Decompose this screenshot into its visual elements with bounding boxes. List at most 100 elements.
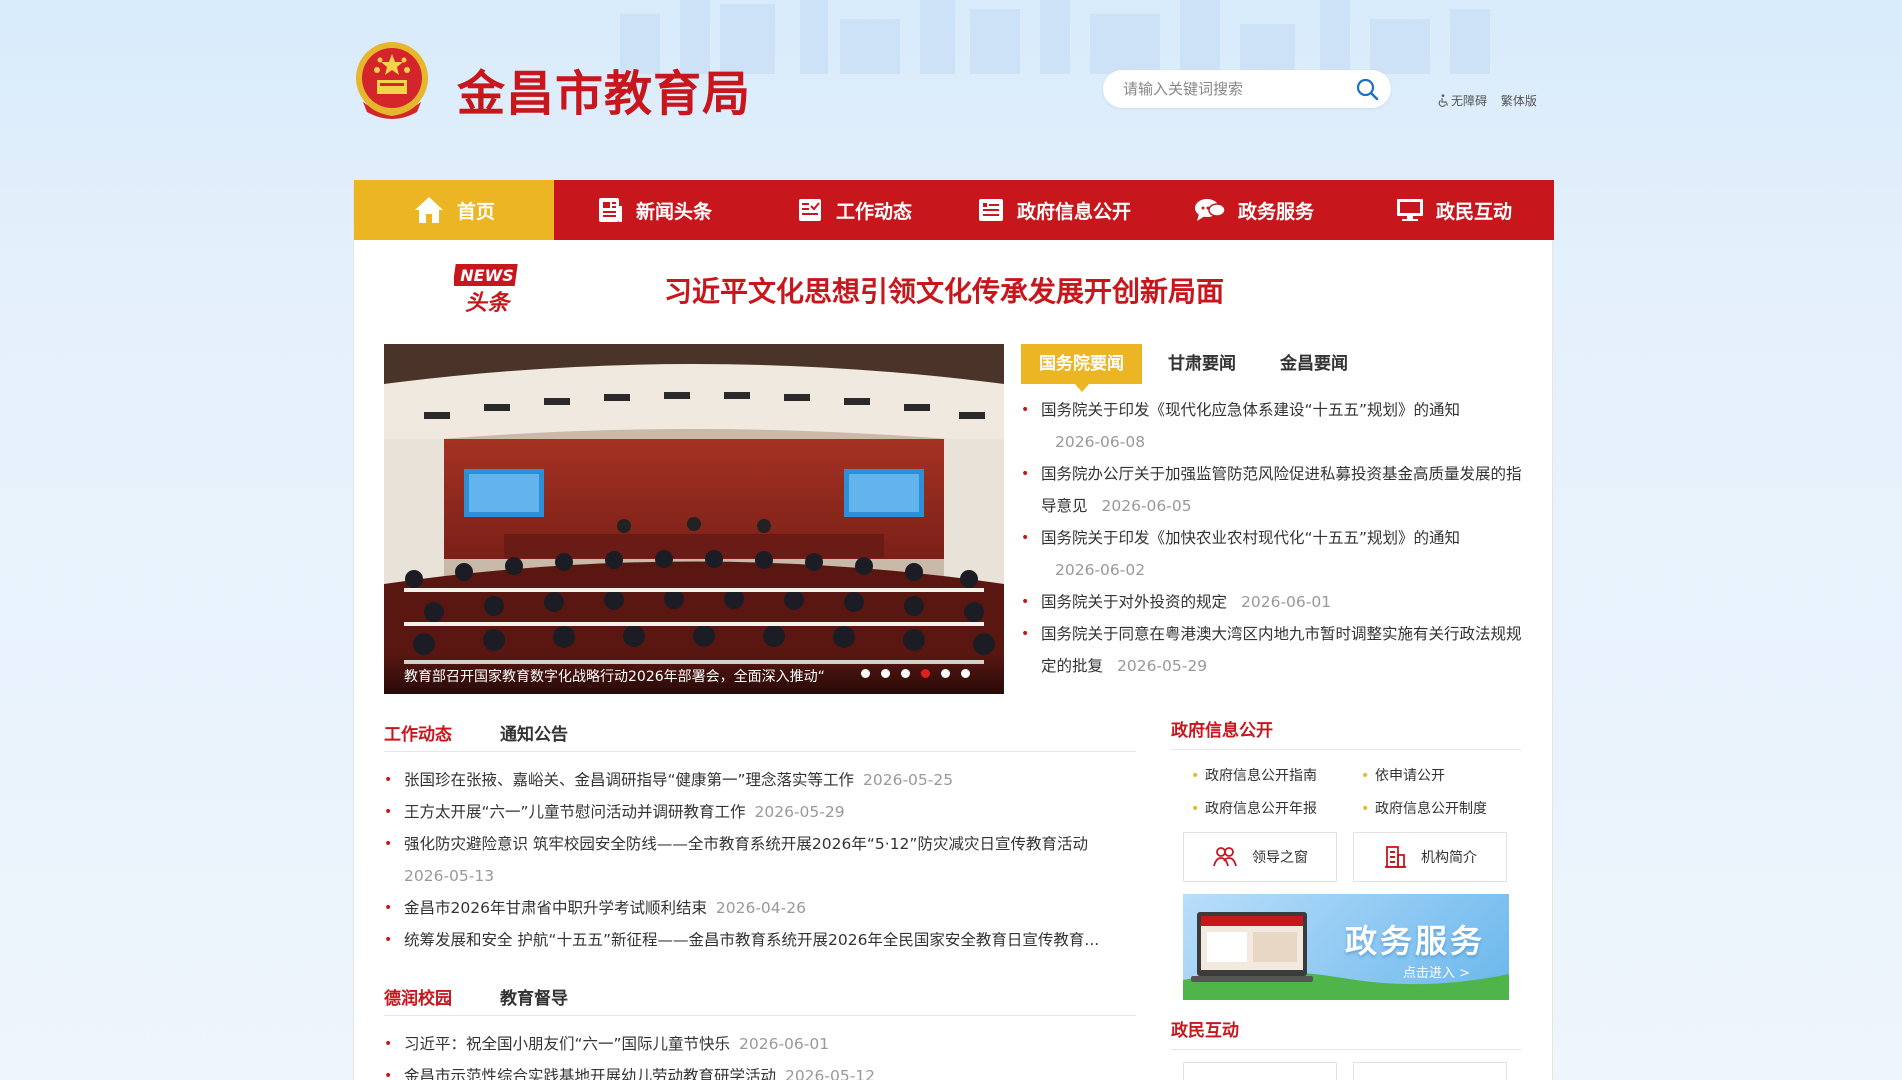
item-date: 2026-05-13 (404, 867, 495, 885)
headline-title[interactable]: 习近平文化思想引领文化传承发展开创新局面 (664, 270, 1224, 310)
item-date: 2026-06-01 (739, 1035, 830, 1053)
list-item[interactable]: 强化防灾避险意识 筑牢校园安全防线——全市教育系统开展2026年“5·12”防灾… (384, 828, 1136, 892)
gov-info-title[interactable]: 政府信息公开 (1171, 721, 1273, 741)
slider-dot-active[interactable] (921, 669, 930, 678)
campus-block: 德润校园 教育督导 习近平：祝全国小朋友们“六一”国际儿童节快乐 2026-06… (384, 974, 1136, 1080)
slider-dot[interactable] (881, 669, 890, 678)
slider-dot[interactable] (941, 669, 950, 678)
news-date: 2026-06-05 (1101, 497, 1192, 515)
campus-block-tabs: 德润校园 教育督导 (384, 974, 1136, 1016)
tab-gansu-news[interactable]: 甘肃要闻 (1150, 344, 1254, 384)
list-item[interactable]: 习近平：祝全国小朋友们“六一”国际儿童节快乐 2026-06-01 (384, 1028, 1136, 1060)
slider-dot[interactable] (861, 669, 870, 678)
nav-label: 政府信息公开 (1016, 200, 1131, 223)
campus-news-list: 习近平：祝全国小朋友们“六一”国际儿童节快乐 2026-06-01 金昌市示范性… (384, 1028, 1136, 1080)
nav-item-work-news[interactable]: 工作动态 (754, 180, 954, 240)
nav-item-gov-services[interactable]: 政务服务 (1154, 180, 1354, 240)
interaction-header: 政民互动 (1171, 1010, 1521, 1050)
news-date: 2026-06-01 (1241, 593, 1332, 611)
gov-info-panel: 政府信息公开 政府信息公开指南 依申请公开 政府信息公开年报 政府信息公开制度 … (1171, 710, 1521, 1080)
work-block-tabs: 工作动态 通知公告 (384, 710, 1136, 752)
home-icon (414, 197, 443, 223)
interaction-button[interactable] (1183, 1062, 1337, 1080)
search-icon[interactable] (1355, 77, 1379, 101)
gov-services-banner[interactable]: 政务服务 点击进入 > (1183, 894, 1509, 1000)
search-input[interactable] (1123, 79, 1343, 99)
document-list-icon (978, 199, 1003, 221)
list-item[interactable]: 国务院办公厅关于加强监管防范风险促进私募投资基金高质量发展的指导意见2026-0… (1021, 458, 1536, 522)
list-item[interactable]: 国务院关于印发《加快农业农村现代化“十五五”规划》的通知 2026-06-02 (1021, 522, 1536, 586)
leaders-icon (1213, 847, 1237, 867)
national-emblem-icon (356, 42, 428, 119)
tab-notices[interactable]: 通知公告 (500, 720, 568, 745)
slide-caption-text[interactable]: 教育部召开国家教育数字化战略行动2026年部署会，全面深入推动“ (404, 666, 856, 686)
image-slider[interactable]: 教育部召开国家教育数字化战略行动2026年部署会，全面深入推动“ (384, 344, 1004, 694)
tab-state-council-news[interactable]: 国务院要闻 (1021, 344, 1142, 392)
tab-jinchang-news[interactable]: 金昌要闻 (1262, 344, 1366, 384)
accessibility-link[interactable]: 无障碍 (1437, 94, 1491, 108)
interaction-button[interactable] (1353, 1062, 1507, 1080)
list-item[interactable]: 金昌市示范性综合实践基地开展幼儿劳动教育研学活动 2026-05-12 (384, 1060, 1136, 1080)
organization-intro-button[interactable]: 机构简介 (1353, 832, 1507, 882)
list-item[interactable]: 国务院关于对外投资的规定 2026-06-01 (1021, 586, 1536, 618)
tab-campus[interactable]: 德润校园 (384, 984, 452, 1009)
badge-bottom-text: 头条 (465, 291, 512, 316)
news-date: 2026-06-02 (1055, 561, 1146, 579)
news-title: 国务院关于对外投资的规定 (1041, 593, 1228, 611)
main-container: 首页 新闻头条 工作动态 政府信息公开 政务服务 政民互动 NEWS 头条 习近… (353, 180, 1554, 1080)
banner-subtitle: 点击进入 > (1403, 966, 1471, 981)
item-date: 2026-04-26 (715, 899, 806, 917)
site-header: 金昌市教育局 无障碍 繁体版 (353, 40, 1553, 140)
news-headline-badge: NEWS 头条 (454, 264, 518, 316)
gov-info-buttons: 领导之窗 机构简介 (1183, 832, 1521, 882)
gov-info-header: 政府信息公开 (1171, 710, 1521, 750)
work-icon (798, 199, 821, 221)
nav-item-gov-info[interactable]: 政府信息公开 (954, 180, 1154, 240)
nav-label: 新闻头条 (635, 200, 712, 223)
list-item[interactable]: 国务院关于同意在粤港澳大湾区内地九市暂时调整实施有关行政法规规定的批复2026-… (1021, 618, 1536, 682)
wheelchair-icon (1438, 94, 1449, 107)
list-item[interactable]: 金昌市2026年甘肃省中职升学考试顺利结束 2026-04-26 (384, 892, 1136, 924)
nav-item-home[interactable]: 首页 (354, 180, 554, 240)
item-title: 金昌市2026年甘肃省中职升学考试顺利结束 (404, 899, 707, 917)
tab-work-news[interactable]: 工作动态 (384, 720, 452, 745)
button-label: 领导之窗 (1252, 850, 1308, 866)
leaders-window-button[interactable]: 领导之窗 (1183, 832, 1337, 882)
slider-dot[interactable] (901, 669, 910, 678)
nav-item-headlines[interactable]: 新闻头条 (554, 180, 754, 240)
list-item[interactable]: 国务院关于印发《现代化应急体系建设“十五五”规划》的通知 2026-06-08 (1021, 394, 1536, 458)
meeting-photo (384, 344, 1004, 694)
gov-info-link[interactable]: 政府信息公开指南 (1191, 760, 1361, 793)
gov-info-links: 政府信息公开指南 依申请公开 政府信息公开年报 政府信息公开制度 (1191, 760, 1521, 826)
nav-item-public-interaction[interactable]: 政民互动 (1354, 180, 1554, 240)
news-tabs: 国务院要闻 甘肃要闻 金昌要闻 (1021, 344, 1531, 392)
nav-label: 工作动态 (835, 200, 912, 223)
gov-info-link[interactable]: 政府信息公开制度 (1361, 793, 1521, 826)
item-title: 张国珍在张掖、嘉峪关、金昌调研指导“健康第一”理念落实等工作 (404, 771, 855, 789)
list-item[interactable]: 统筹发展和安全 护航“十五五”新征程——金昌市教育系统开展2026年全民国家安全… (384, 924, 1136, 956)
accessibility-label: 无障碍 (1451, 94, 1488, 108)
gov-info-link[interactable]: 政府信息公开年报 (1191, 793, 1361, 826)
nav-label: 首页 (456, 200, 495, 223)
traditional-chinese-link[interactable]: 繁体版 (1501, 94, 1537, 108)
gov-info-link[interactable]: 依申请公开 (1361, 760, 1521, 793)
main-nav: 首页 新闻头条 工作动态 政府信息公开 政务服务 政民互动 (354, 180, 1554, 240)
interaction-buttons (1183, 1062, 1521, 1080)
news-list: 国务院关于印发《现代化应急体系建设“十五五”规划》的通知 2026-06-08 国… (1021, 394, 1536, 682)
item-date: 2026-05-12 (784, 1067, 876, 1080)
news-icon (598, 198, 622, 222)
news-title: 国务院关于印发《加快农业农村现代化“十五五”规划》的通知 (1041, 529, 1461, 547)
chat-bubble-icon (1194, 199, 1226, 221)
search-box (1103, 70, 1391, 108)
list-item[interactable]: 张国珍在张掖、嘉峪关、金昌调研指导“健康第一”理念落实等工作 2026-05-2… (384, 764, 1136, 796)
work-news-block: 工作动态 通知公告 张国珍在张掖、嘉峪关、金昌调研指导“健康第一”理念落实等工作… (384, 710, 1136, 956)
item-title: 习近平：祝全国小朋友们“六一”国际儿童节快乐 (404, 1035, 731, 1053)
nav-label: 政民互动 (1435, 200, 1512, 223)
slider-dot[interactable] (961, 669, 970, 678)
list-item[interactable]: 王方太开展“六一”儿童节慰问活动并调研教育工作 2026-05-29 (384, 796, 1136, 828)
news-date: 2026-05-29 (1117, 657, 1208, 675)
tab-education-supervision[interactable]: 教育督导 (500, 984, 568, 1009)
monitor-icon (1396, 199, 1423, 221)
item-title: 金昌市示范性综合实践基地开展幼儿劳动教育研学活动 (404, 1067, 777, 1080)
interaction-title[interactable]: 政民互动 (1171, 1021, 1239, 1041)
